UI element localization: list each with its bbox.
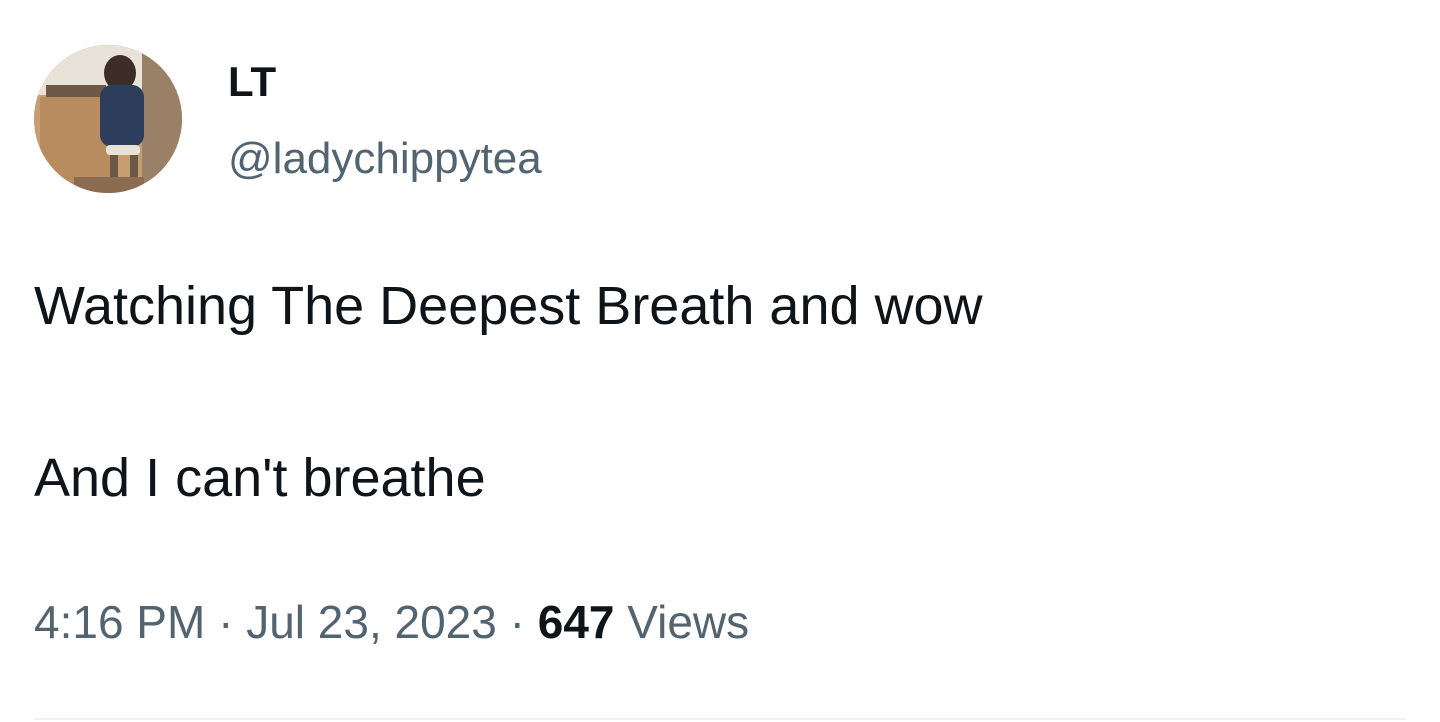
tweet-text-line-1: Watching The Deepest Breath and wow (34, 276, 983, 336)
tweet-card: LT @ladychippytea Watching The Deepest B… (0, 0, 1440, 722)
tweet-text-line-2: And I can't breathe (34, 448, 486, 508)
tweet-time[interactable]: 4:16 PM (34, 596, 205, 648)
tweet-text: Watching The Deepest Breath and wow And … (34, 272, 983, 512)
tweet-date[interactable]: Jul 23, 2023 (246, 596, 497, 648)
author-display-name[interactable]: LT (228, 56, 276, 108)
meta-separator: · (205, 596, 247, 648)
author-avatar[interactable] (34, 45, 182, 193)
author-handle[interactable]: @ladychippytea (228, 132, 542, 186)
divider (34, 718, 1406, 720)
views-count: 647 (537, 596, 615, 648)
tweet-meta: 4:16 PM · Jul 23, 2023 · 647 Views (34, 592, 749, 652)
meta-separator: · (496, 596, 538, 648)
views-label: Views (614, 596, 750, 648)
avatar-photo (34, 45, 182, 193)
